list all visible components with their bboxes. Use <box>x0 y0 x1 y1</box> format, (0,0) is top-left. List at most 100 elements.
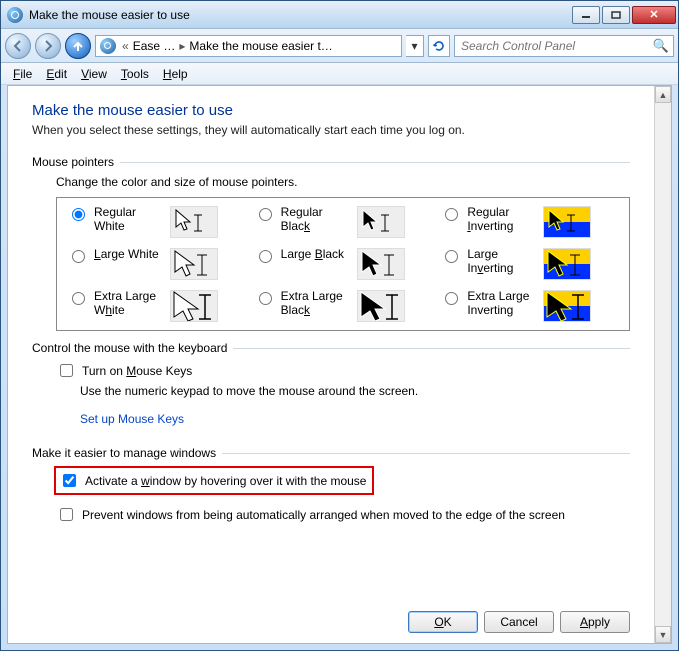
pointer-swatch <box>170 248 218 280</box>
chevron-down-icon: ▾ <box>411 39 417 53</box>
pointer-opt-xl-black[interactable]: Extra Large Black <box>254 290 433 322</box>
window-title: Make the mouse easier to use <box>29 8 572 22</box>
scrollbar[interactable]: ▲ ▼ <box>654 86 671 643</box>
ok-button[interactable]: OK <box>408 611 478 633</box>
breadcrumb-seg-2[interactable]: Make the mouse easier t… <box>187 39 334 53</box>
pointer-opt-large-white[interactable]: Large White <box>67 248 246 280</box>
refresh-icon <box>432 39 446 53</box>
group-mouse-pointers: Mouse pointers <box>32 155 630 169</box>
window: Make the mouse easier to use ✕ « Ease … <box>0 0 679 651</box>
menu-help[interactable]: Help <box>157 65 194 83</box>
radio-large-black[interactable] <box>259 250 272 263</box>
group-sublabel: Change the color and size of mouse point… <box>56 175 630 189</box>
pointer-label: Regular Inverting <box>467 206 537 234</box>
checkbox-activate-hover[interactable] <box>63 474 76 487</box>
checkbox-mouse-keys-input[interactable] <box>60 364 73 377</box>
chevron-up-icon: ▲ <box>659 90 668 100</box>
pointer-label: Large Inverting <box>467 248 537 276</box>
pointer-opt-xl-white[interactable]: Extra Large White <box>67 290 246 322</box>
pointer-opt-xl-inverting[interactable]: Extra Large Inverting <box>440 290 619 322</box>
divider <box>222 453 630 454</box>
checkbox-prevent-arrange-input[interactable] <box>60 508 73 521</box>
window-controls: ✕ <box>572 6 676 24</box>
chevron-down-icon: ▼ <box>659 630 668 640</box>
pointer-label: Regular Black <box>281 206 351 234</box>
pointer-swatch <box>357 290 405 322</box>
arrow-up-icon <box>71 39 85 53</box>
refresh-button[interactable] <box>428 35 450 57</box>
content: Make the mouse easier to use When you se… <box>8 86 654 643</box>
pointer-label: Large White <box>94 248 164 262</box>
maximize-icon <box>611 11 621 19</box>
search-box[interactable]: 🔍 <box>454 35 674 57</box>
radio-xl-white[interactable] <box>72 292 85 305</box>
helper-text: Use the numeric keypad to move the mouse… <box>80 384 630 398</box>
scroll-track[interactable] <box>655 103 671 626</box>
radio-regular-white[interactable] <box>72 208 85 221</box>
pointer-opt-regular-inverting[interactable]: Regular Inverting <box>440 206 619 238</box>
pointer-swatch <box>357 206 405 238</box>
search-input[interactable] <box>459 38 653 54</box>
pointer-opt-regular-black[interactable]: Regular Black <box>254 206 433 238</box>
radio-xl-black[interactable] <box>259 292 272 305</box>
chevron-right-icon: ▸ <box>177 39 187 53</box>
back-button[interactable] <box>5 33 31 59</box>
checkbox-label: Activate a window by hovering over it wi… <box>85 474 366 488</box>
radio-large-white[interactable] <box>72 250 85 263</box>
menu-file[interactable]: File <box>7 65 38 83</box>
up-button[interactable] <box>65 33 91 59</box>
pointer-opt-large-inverting[interactable]: Large Inverting <box>440 248 619 280</box>
cancel-button[interactable]: Cancel <box>484 611 554 633</box>
page-title: Make the mouse easier to use <box>32 102 630 119</box>
scroll-up-button[interactable]: ▲ <box>655 86 671 103</box>
pointer-opt-large-black[interactable]: Large Black <box>254 248 433 280</box>
arrow-left-icon <box>11 39 25 53</box>
link-setup-mouse-keys[interactable]: Set up Mouse Keys <box>80 412 184 426</box>
scroll-down-button[interactable]: ▼ <box>655 626 671 643</box>
pointer-opt-regular-white[interactable]: Regular White <box>67 206 246 238</box>
breadcrumb[interactable]: « Ease … ▸ Make the mouse easier t… <box>95 35 402 57</box>
pointer-swatch <box>170 206 218 238</box>
checkbox-mouse-keys[interactable]: Turn on Mouse Keys <box>56 361 630 380</box>
pointer-label: Extra Large Inverting <box>467 290 537 318</box>
forward-button[interactable] <box>35 33 61 59</box>
apply-button[interactable]: Apply <box>560 611 630 633</box>
control-panel-icon <box>100 38 116 54</box>
group-keyboard: Control the mouse with the keyboard <box>32 341 630 355</box>
radio-regular-inverting[interactable] <box>445 208 458 221</box>
navbar: « Ease … ▸ Make the mouse easier t… ▾ 🔍 <box>1 29 678 63</box>
chevron-right-icon: « <box>120 39 131 53</box>
pointer-swatch <box>543 206 591 238</box>
pointer-swatch <box>543 290 591 322</box>
pointer-swatch <box>170 290 218 322</box>
group-label: Control the mouse with the keyboard <box>32 341 227 355</box>
radio-large-inverting[interactable] <box>445 250 458 263</box>
checkbox-label: Prevent windows from being automatically… <box>82 508 565 522</box>
radio-xl-inverting[interactable] <box>445 292 458 305</box>
minimize-button[interactable] <box>572 6 600 24</box>
footer-buttons: OK Cancel Apply <box>408 611 630 633</box>
menu-tools[interactable]: Tools <box>115 65 155 83</box>
radio-regular-black[interactable] <box>259 208 272 221</box>
close-button[interactable]: ✕ <box>632 6 676 24</box>
pointer-label: Extra Large Black <box>281 290 351 318</box>
divider <box>233 348 630 349</box>
search-icon[interactable]: 🔍 <box>653 38 669 54</box>
checkbox-label: Turn on Mouse Keys <box>82 364 192 378</box>
breadcrumb-seg-1[interactable]: Ease … <box>131 39 178 53</box>
breadcrumb-dropdown[interactable]: ▾ <box>406 35 424 57</box>
page-subtitle: When you select these settings, they wil… <box>32 123 630 137</box>
menu-view[interactable]: View <box>75 65 113 83</box>
maximize-button[interactable] <box>602 6 630 24</box>
group-label: Make it easier to manage windows <box>32 446 216 460</box>
pointer-grid: Regular White Regular Black Regular Inve… <box>56 197 630 331</box>
pointer-label: Regular White <box>94 206 164 234</box>
pointer-swatch <box>543 248 591 280</box>
arrow-right-icon <box>41 39 55 53</box>
content-outer: Make the mouse easier to use When you se… <box>7 85 672 644</box>
group-label: Mouse pointers <box>32 155 114 169</box>
highlight-activate-hover: Activate a window by hovering over it wi… <box>54 466 374 495</box>
menu-edit[interactable]: Edit <box>40 65 73 83</box>
pointer-label: Extra Large White <box>94 290 164 318</box>
checkbox-prevent-arrange[interactable]: Prevent windows from being automatically… <box>56 505 630 524</box>
